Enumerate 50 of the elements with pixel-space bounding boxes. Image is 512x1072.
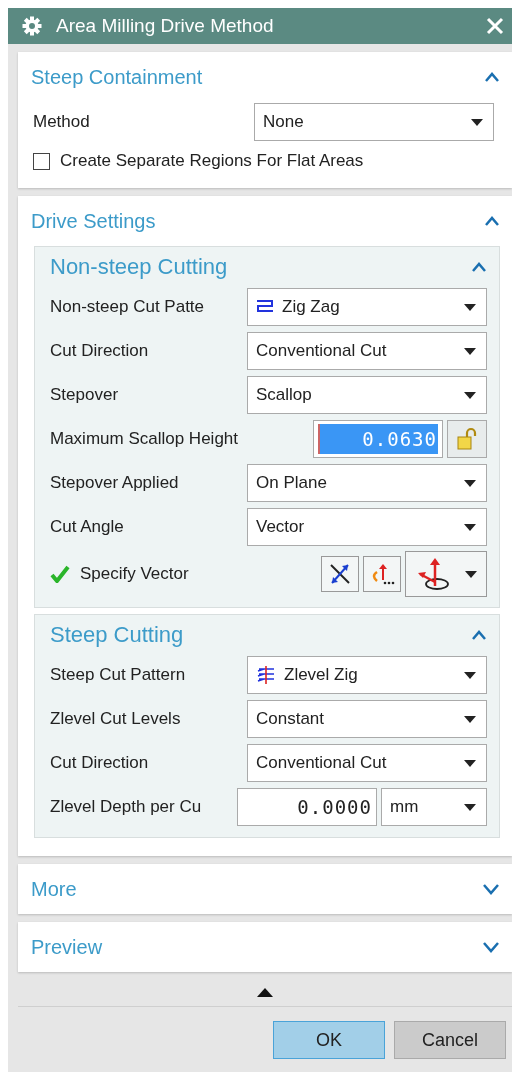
checkbox[interactable] — [33, 152, 50, 170]
field-label: Steep Cut Pattern — [50, 665, 187, 685]
expand-icon[interactable] — [482, 883, 500, 895]
caret-icon — [464, 759, 476, 767]
vector-button[interactable] — [363, 556, 401, 592]
vector-options-button[interactable] — [405, 551, 487, 597]
collapse-icon[interactable] — [257, 988, 273, 997]
unit-dropdown[interactable]: mm — [381, 788, 487, 826]
dropdown[interactable]: On Plane — [247, 464, 487, 502]
field-label: Specify Vector — [80, 564, 190, 584]
dropdown[interactable]: Scallop — [247, 376, 487, 414]
window-title: Area Milling Drive Method — [56, 15, 275, 37]
ok-button[interactable]: OK — [273, 1021, 385, 1059]
caret-icon — [465, 570, 477, 578]
dropdown[interactable]: None — [254, 103, 494, 141]
caret-icon — [464, 671, 476, 679]
field-label: Zlevel Depth per Cu — [50, 797, 203, 817]
dropdown[interactable]: Vector — [247, 508, 487, 546]
field-label: Maximum Scallop Height — [50, 429, 239, 449]
caret-icon — [471, 118, 483, 126]
cancel-button[interactable]: Cancel — [394, 1021, 506, 1059]
field-label: Stepover — [50, 385, 120, 405]
caret-icon — [464, 347, 476, 355]
field-label: Cut Direction — [50, 753, 150, 773]
field-label: Zlevel Cut Levels — [50, 709, 182, 729]
padlock-button[interactable] — [447, 420, 487, 458]
checkbox-label: Create Separate Regions For Flat Areas — [60, 151, 364, 171]
dropdown[interactable]: Constant — [247, 700, 487, 738]
caret-icon — [464, 523, 476, 531]
caret-icon — [464, 803, 476, 811]
dropdown[interactable]: Conventional Cut — [247, 744, 487, 782]
dropdown[interactable]: Conventional Cut — [247, 332, 487, 370]
arrows-icon — [328, 562, 352, 586]
field-label: Non-steep Cut Patte — [50, 297, 206, 317]
field-label: Cut Angle — [50, 517, 125, 537]
caret-icon — [464, 303, 476, 311]
caret-icon — [464, 715, 476, 723]
dropdown[interactable]: Zlevel Zig — [247, 656, 487, 694]
caret-icon — [464, 391, 476, 399]
padlock-icon — [456, 427, 478, 451]
dropdown[interactable]: Zig Zag — [247, 288, 487, 326]
expand-icon[interactable] — [482, 941, 500, 953]
close-icon[interactable] — [486, 17, 504, 35]
field-label: Stepover Applied — [50, 473, 180, 493]
settings-icon — [22, 16, 42, 36]
number-field[interactable]: 0.0000 — [237, 788, 377, 826]
field-label: Cut Direction — [50, 341, 150, 361]
field-label: Method — [33, 112, 91, 132]
reverse-button[interactable] — [321, 556, 359, 592]
caret-icon — [464, 479, 476, 487]
